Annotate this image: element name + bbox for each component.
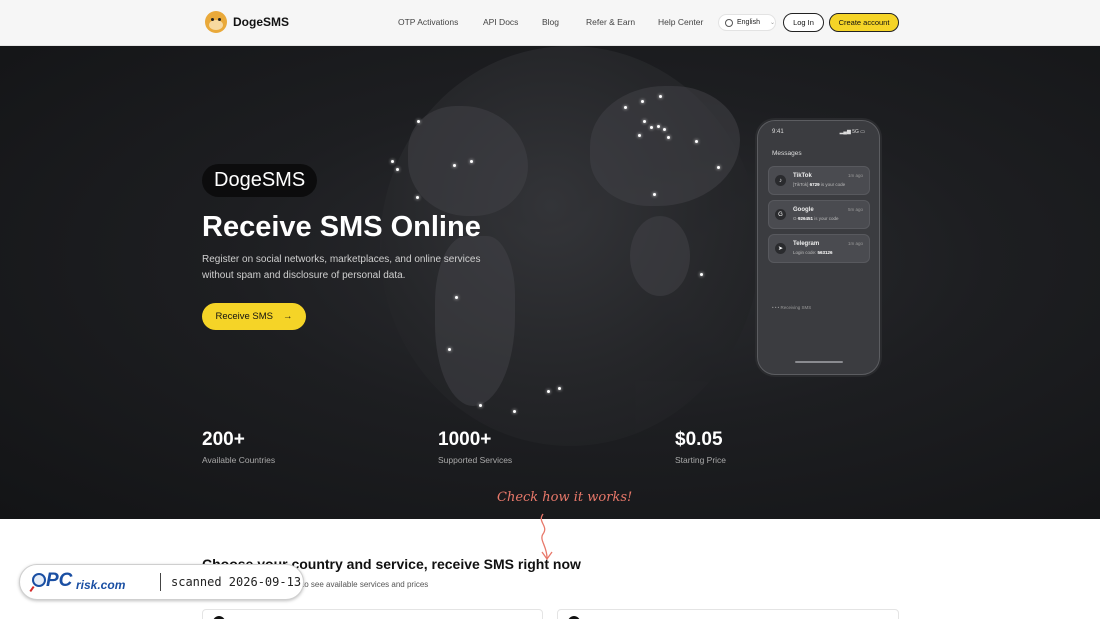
language-label: English <box>737 19 760 26</box>
map-dot <box>695 140 698 143</box>
google-icon: G <box>775 209 786 220</box>
stat-label: Supported Services <box>438 455 513 465</box>
pcrisk-logo: PC risk.com <box>32 570 144 594</box>
map-dot <box>453 164 456 167</box>
map-dot <box>624 106 627 109</box>
message-time: 1m ago <box>847 241 863 246</box>
home-bar <box>795 361 843 363</box>
typing-indicator: • • • Receiving SMS <box>772 305 812 310</box>
chevron-down-icon: ⌄ <box>769 20 775 26</box>
message-text: [TikTok] 6729 is your code <box>793 182 846 187</box>
receive-sms-button[interactable]: Receive SMS → <box>202 303 306 330</box>
map-dot <box>391 160 394 163</box>
receive-sms-label: Receive SMS <box>215 311 274 322</box>
map-dot <box>416 196 419 199</box>
message-text: Login code: 563126 <box>793 250 833 255</box>
message-card-google: G Google 5m ago G-926451 is your code <box>768 200 870 229</box>
magnifier-icon <box>32 573 46 587</box>
doge-logo-icon <box>205 11 227 33</box>
brand-logo[interactable]: DogeSMS <box>205 11 289 33</box>
arrow-down-icon <box>540 513 553 561</box>
map-dot <box>396 168 399 171</box>
watermark-divider <box>160 573 161 591</box>
map-dot <box>717 166 720 169</box>
stat-value: 1000+ <box>438 429 492 450</box>
hero-section: DogeSMS Receive SMS Online Register on s… <box>0 46 1100 519</box>
nav-help-center[interactable]: Help Center <box>658 17 703 27</box>
hero-title: Receive SMS Online <box>202 211 481 243</box>
service-select-card[interactable] <box>557 609 899 619</box>
map-dot <box>667 136 670 139</box>
map-dot <box>417 120 420 123</box>
stat-value: 200+ <box>202 429 245 450</box>
message-card-telegram: ➤ Telegram 1m ago Login code: 563126 <box>768 234 870 263</box>
nav-blog[interactable]: Blog <box>542 17 559 27</box>
message-time: 1m ago <box>847 173 863 178</box>
watermark-badge: PC risk.com scanned 2026-09-13 <box>19 564 304 600</box>
map-dot <box>547 390 550 393</box>
globe-illustration <box>380 46 760 446</box>
phone-signal: ▂▄▆ 5G ▭ <box>839 129 865 135</box>
message-app: TikTok <box>793 173 812 179</box>
map-dot <box>448 348 451 351</box>
map-dot <box>700 273 703 276</box>
map-dot <box>663 128 666 131</box>
brand-pill: DogeSMS <box>202 164 318 197</box>
language-select[interactable]: English ⌄ <box>718 14 776 31</box>
stat-value: $0.05 <box>675 429 723 450</box>
map-dot <box>513 410 516 413</box>
map-dot <box>641 100 644 103</box>
map-dot <box>470 160 473 163</box>
map-dot <box>650 126 653 129</box>
hero-description: Register on social networks, marketplace… <box>202 254 481 281</box>
map-dot <box>643 120 646 123</box>
section-subtitle: to see available services and prices <box>302 580 429 589</box>
nav-api-docs[interactable]: API Docs <box>483 17 518 27</box>
map-dot <box>657 125 660 128</box>
map-dot <box>659 95 662 98</box>
country-select-card[interactable] <box>202 609 543 619</box>
create-account-button[interactable]: Create account <box>829 13 899 32</box>
telegram-icon: ➤ <box>775 243 786 254</box>
signal-label: 5G <box>852 129 859 135</box>
stat-label: Starting Price <box>675 455 727 465</box>
arrow-right-icon: → <box>283 311 293 322</box>
stat-label: Available Countries <box>202 455 276 465</box>
message-text: G-926451 is your code <box>793 216 839 221</box>
map-dot <box>455 296 458 299</box>
map-dot <box>638 134 641 137</box>
stat-price: $0.05 Starting Price <box>675 429 726 465</box>
nav-otp-activations[interactable]: OTP Activations <box>398 17 458 27</box>
messages-heading: Messages <box>772 150 802 157</box>
map-dot <box>479 404 482 407</box>
map-dot <box>653 193 656 196</box>
brand-name: DogeSMS <box>233 15 290 29</box>
message-card-tiktok: ♪ TikTok 1m ago [TikTok] 6729 is your co… <box>768 166 870 195</box>
watermark-text: scanned 2026-09-13 <box>171 575 302 589</box>
site-header: DogeSMS OTP Activations API Docs Blog Re… <box>0 0 1100 46</box>
stat-countries: 200+ Available Countries <box>202 429 275 465</box>
message-time: 5m ago <box>847 207 863 212</box>
phone-time: 9:41 <box>772 129 784 135</box>
message-app: Telegram <box>793 241 820 247</box>
message-app: Google <box>793 207 814 213</box>
tiktok-icon: ♪ <box>775 175 786 186</box>
globe-icon <box>725 18 733 27</box>
nav-refer-earn[interactable]: Refer & Earn <box>586 17 635 27</box>
stat-services: 1000+ Supported Services <box>438 429 512 465</box>
login-button[interactable]: Log In <box>783 13 824 32</box>
check-how-it-works: Check how it works! <box>497 490 633 505</box>
phone-mockup: 9:41 ▂▄▆ 5G ▭ Messages ♪ TikTok 1m ago [… <box>757 120 880 375</box>
map-dot <box>558 387 561 390</box>
